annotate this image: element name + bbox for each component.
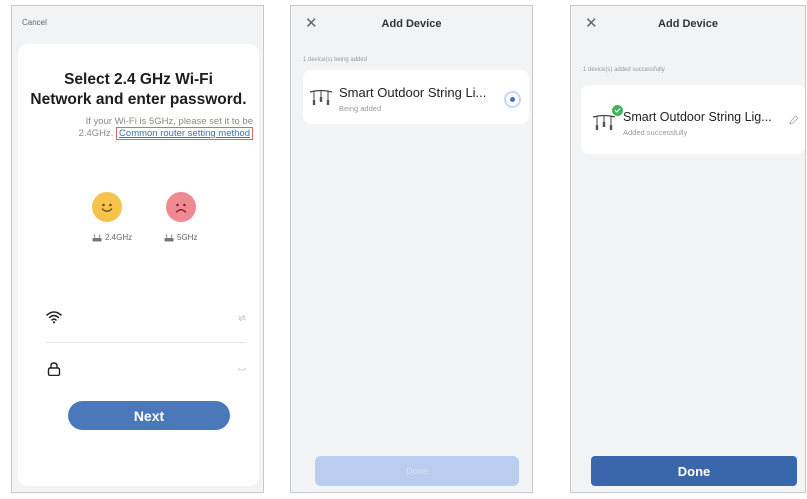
done-button-disabled: Done [315,456,519,486]
sad-face-icon [166,192,196,222]
band-5ghz-text: 5GHz [177,233,198,242]
wifi-icon [46,311,62,324]
adding-device-screen: ✕ Add Device 1 device(s) being added Sma… [290,5,533,493]
header-title: Add Device [381,18,442,30]
wifi-name-field[interactable] [46,304,246,332]
done-button[interactable]: Done [591,456,797,486]
cancel-link[interactable]: Cancel [22,18,47,27]
device-card[interactable]: Smart Outdoor String Lig... Added succes… [581,85,805,154]
title-line-1: Select 2.4 GHz Wi-Fi [64,71,213,88]
device-status: Being added [339,104,382,113]
band-5ghz-label: 5GHz [164,233,197,242]
string-lights-icon [309,89,333,105]
device-added-screen: ✕ Add Device 1 device(s) added successfu… [570,5,806,493]
switch-network-icon[interactable] [238,315,246,321]
device-name: Smart Outdoor String Li... [339,85,487,100]
progress-spinner-icon [504,91,521,108]
device-name: Smart Outdoor String Lig... [623,110,772,124]
hint-line-2: 2.4GHz. Common router setting method [28,127,253,140]
band-2-4ghz-label: 2.4GHz [92,233,132,242]
wifi-setup-screen: Cancel Select 2.4 GHz Wi-Fi Network and … [11,5,264,493]
device-card[interactable]: Smart Outdoor String Li... Being added [303,70,529,124]
router-setting-link[interactable]: Common router setting method [116,127,253,140]
title-line-2: Network and enter password. [30,91,247,108]
edit-pencil-icon[interactable] [789,115,799,125]
hint-prefix: 2.4GHz. [78,128,114,139]
field-divider [46,342,246,343]
band-2-4ghz-text: 2.4GHz [105,233,133,242]
router-icon [92,233,102,241]
show-password-icon[interactable] [238,368,246,372]
next-button[interactable]: Next [68,401,230,430]
lock-icon [47,362,61,376]
success-status-text: 1 device(s) added successfully [583,67,665,73]
check-badge-icon [612,105,623,116]
password-field[interactable] [46,356,246,384]
string-lights-icon [592,114,616,130]
device-status: Added successfully [623,128,688,137]
wifi-band-hint: If your Wi-Fi is 5GHz, please set it to … [28,116,253,140]
adding-status-text: 1 device(s) being added [303,57,368,63]
smiley-face-icon [92,192,122,222]
header-title: Add Device [658,18,718,30]
router-icon [164,233,174,241]
wifi-setup-card: Select 2.4 GHz Wi-Fi Network and enter p… [18,44,259,486]
page-title: Select 2.4 GHz Wi-Fi Network and enter p… [22,70,255,110]
